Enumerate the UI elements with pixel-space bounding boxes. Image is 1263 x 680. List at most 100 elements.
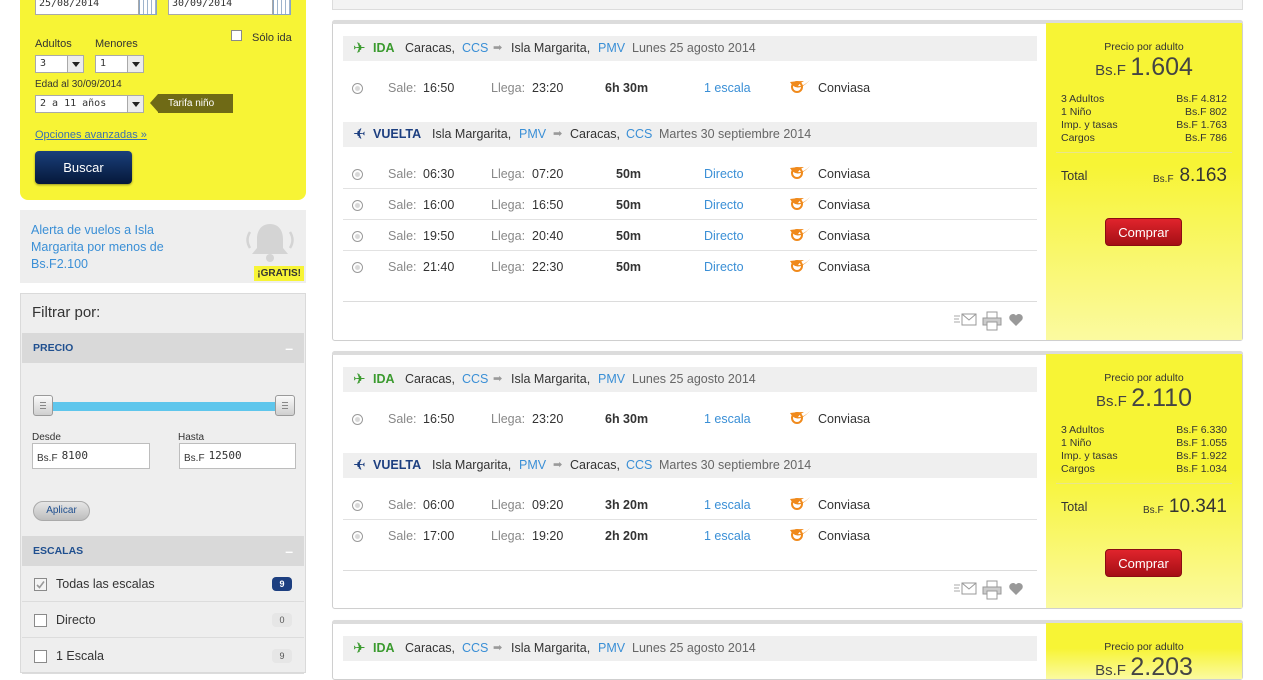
breakdown-value: Bs.F 1.763 xyxy=(1176,119,1227,131)
price-slider-min-handle[interactable] xyxy=(33,395,53,416)
breakdown-value: Bs.F 786 xyxy=(1184,132,1227,144)
flight-row[interactable]: Sale: 16:00 Llega: 16:50 50m Directo Con… xyxy=(343,189,1037,220)
precio-header-label: PRECIO xyxy=(33,342,74,354)
stops-link[interactable]: Directo xyxy=(704,229,744,243)
edad-label: Edad al 30/09/2014 xyxy=(35,79,122,90)
menores-select[interactable]: 1 xyxy=(95,55,144,73)
depart-time: 21:40 xyxy=(423,260,455,274)
previous-card-bottom xyxy=(332,0,1243,10)
total-label: Total xyxy=(1061,500,1088,514)
chevron-down-icon xyxy=(127,56,143,72)
escala-option-directo[interactable]: Directo 0 xyxy=(22,602,304,638)
print-icon[interactable] xyxy=(982,311,1002,331)
breakdown-row: Cargos Bs.F 786 xyxy=(1061,132,1227,145)
price-slider-max-handle[interactable] xyxy=(275,395,295,416)
arrive-time: 20:40 xyxy=(532,229,564,243)
flight-radio[interactable] xyxy=(352,262,363,273)
stops-link[interactable]: Directo xyxy=(704,167,744,181)
opciones-avanzadas-link[interactable]: Opciones avanzadas » xyxy=(35,129,147,141)
aplicar-button[interactable]: Aplicar xyxy=(33,501,90,521)
return-date-input[interactable]: 30/09/2014 xyxy=(168,0,273,15)
flight-row[interactable]: Sale: 17:00 Llega: 19:20 2h 20m 1 escala… xyxy=(343,520,1037,551)
sale-label: Sale: xyxy=(388,498,417,512)
result-card: ✈ IDA Caracas, CCS ➡ Isla Margarita, PMV… xyxy=(332,620,1243,680)
email-icon[interactable] xyxy=(953,581,977,597)
stops-link[interactable]: Directo xyxy=(704,198,744,212)
duration: 3h 20m xyxy=(605,498,649,512)
menores-label: Menores xyxy=(95,38,138,50)
checkbox[interactable] xyxy=(34,650,47,663)
checkbox[interactable] xyxy=(34,578,47,591)
total-label: Total xyxy=(1061,169,1088,183)
sale-label: Sale: xyxy=(388,260,417,274)
comprar-button[interactable]: Comprar xyxy=(1105,218,1182,246)
flight-row[interactable]: Sale: 16:50 Llega: 23:20 6h 30m 1 escala… xyxy=(343,403,1037,434)
escala-label: Directo xyxy=(56,613,96,627)
adultos-value: 3 xyxy=(40,58,47,69)
origin-city: Isla Margarita, xyxy=(432,127,512,141)
conviasa-logo-icon xyxy=(790,197,810,210)
depart-time: 16:50 xyxy=(423,412,455,426)
depart-date-input[interactable]: 25/08/2014 xyxy=(35,0,139,15)
price-per-adult: Bs.F 2.203 xyxy=(1046,653,1242,679)
edad-select[interactable]: 2 a 11 años xyxy=(35,95,144,113)
destination-city: Isla Margarita, xyxy=(511,41,591,55)
heart-icon[interactable] xyxy=(1008,312,1024,328)
flight-row[interactable]: Sale: 19:50 Llega: 20:40 50m Directo Con… xyxy=(343,220,1037,251)
total-value: 8.163 xyxy=(1179,165,1227,186)
price-max-input[interactable]: Bs.F 12500 xyxy=(179,443,296,469)
flight-radio[interactable] xyxy=(352,200,363,211)
calendar-icon[interactable] xyxy=(139,0,157,15)
buscar-button[interactable]: Buscar xyxy=(35,151,132,184)
breakdown-label: 1 Niño xyxy=(1061,437,1092,449)
stops-link[interactable]: 1 escala xyxy=(704,498,751,512)
collapse-icon[interactable]: – xyxy=(285,536,293,566)
solo-ida-checkbox[interactable] xyxy=(231,30,242,41)
price-slider-track[interactable] xyxy=(41,402,287,411)
flight-radio[interactable] xyxy=(352,231,363,242)
escala-option-1-escala[interactable]: 1 Escala 9 xyxy=(22,638,304,674)
origin-code: CCS xyxy=(462,372,489,386)
email-icon[interactable] xyxy=(953,312,977,328)
stops-link[interactable]: Directo xyxy=(704,260,744,274)
comprar-button[interactable]: Comprar xyxy=(1105,549,1182,577)
stops-link[interactable]: 1 escala xyxy=(704,81,751,95)
escala-option-todas[interactable]: Todas las escalas 9 xyxy=(22,566,304,602)
flight-row[interactable]: Sale: 16:50 Llega: 23:20 6h 30m 1 escala… xyxy=(343,72,1037,103)
flight-row[interactable]: Sale: 06:00 Llega: 09:20 3h 20m 1 escala… xyxy=(343,489,1037,520)
flight-radio[interactable] xyxy=(352,83,363,94)
price-min-input[interactable]: Bs.F 8100 xyxy=(32,443,150,469)
flight-row[interactable]: Sale: 21:40 Llega: 22:30 50m Directo Con… xyxy=(343,251,1037,282)
flight-alert-box[interactable]: Alerta de vuelos a Isla Margarita por me… xyxy=(20,210,306,283)
depart-time: 16:00 xyxy=(423,198,455,212)
escalas-filter-header[interactable]: ESCALAS – xyxy=(22,536,304,566)
stops-link[interactable]: 1 escala xyxy=(704,412,751,426)
result-card: ✈ IDA Caracas, CCS ➡ Isla Margarita, PMV… xyxy=(332,351,1243,609)
arrive-time: 16:50 xyxy=(532,198,564,212)
checkbox[interactable] xyxy=(34,614,47,627)
card-divider xyxy=(343,301,1037,302)
adultos-select[interactable]: 3 xyxy=(35,55,84,73)
alert-text[interactable]: Alerta de vuelos a Isla Margarita por me… xyxy=(31,222,191,273)
vuelta-label: VUELTA xyxy=(373,127,422,141)
flight-radio[interactable] xyxy=(352,500,363,511)
origin-code: CCS xyxy=(462,41,489,55)
card-actions xyxy=(953,580,1033,601)
flight-row[interactable]: Sale: 06:30 Llega: 07:20 50m Directo Con… xyxy=(343,158,1037,189)
calendar-icon[interactable] xyxy=(273,0,291,15)
flight-radio[interactable] xyxy=(352,169,363,180)
breakdown-value: Bs.F 4.812 xyxy=(1176,93,1227,105)
collapse-icon[interactable]: – xyxy=(285,333,293,363)
precio-filter-header[interactable]: PRECIO – xyxy=(22,333,304,363)
breakdown-value: Bs.F 1.055 xyxy=(1176,437,1227,449)
breakdown-value: Bs.F 1.922 xyxy=(1176,450,1227,462)
stops-link[interactable]: 1 escala xyxy=(704,529,751,543)
flight-radio[interactable] xyxy=(352,414,363,425)
flight-radio[interactable] xyxy=(352,531,363,542)
ida-label: IDA xyxy=(373,372,395,386)
heart-icon[interactable] xyxy=(1008,581,1024,597)
llega-label: Llega: xyxy=(491,198,526,212)
print-icon[interactable] xyxy=(982,580,1002,600)
breakdown-label: Imp. y tasas xyxy=(1061,450,1118,462)
price-panel: Precio por adulto Bs.F 2.110 3 Adultos Bs… xyxy=(1046,354,1242,608)
